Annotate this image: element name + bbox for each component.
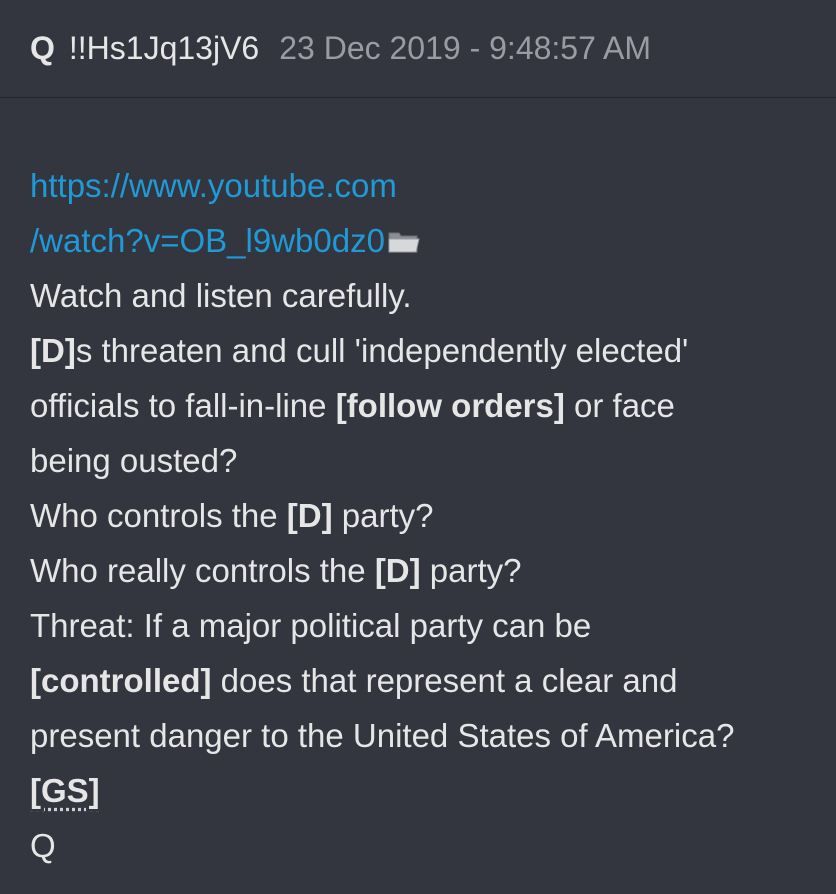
post-link-line-2: /watch?v=OB_l9wb0dz0 [30,213,806,268]
post-tripcode: !!Hs1Jq13jV6 [68,30,260,66]
post-header: Q !!Hs1Jq13jV6 23 Dec 2019 - 9:48:57 AM [0,0,836,98]
tag-d: [D] [374,552,421,589]
text-segment: or face [564,387,675,424]
tag-d: [D] [286,497,333,534]
text-segment: Who controls the [30,497,287,534]
post-timestamp: 23 Dec 2019 - 9:48:57 AM [279,30,652,66]
text-line-9: present danger to the United States of A… [30,717,735,754]
text-line-5: Who controls the [D] party? [30,488,806,543]
text-segment: does that represent a clear and [211,662,678,699]
text-segment: officials to fall-in-line [30,387,336,424]
text-segment: party? [420,552,522,589]
text-line-7: Threat: If a major political party can b… [30,607,592,644]
text-line-2: [D]s threaten and cull 'independently el… [30,323,806,378]
post-link-line-1: https://www.youtube.com [30,158,806,213]
text-line-3: officials to fall-in-line [follow orders… [30,378,806,433]
signature: Q [30,827,56,864]
text-segment: s threaten and cull 'independently elect… [75,332,689,369]
post: Q !!Hs1Jq13jV6 23 Dec 2019 - 9:48:57 AM … [0,0,836,894]
youtube-link-part-1[interactable]: https://www.youtube.com [30,167,397,204]
text-segment: Who really controls the [30,552,375,589]
text-line-8: [controlled] does that represent a clear… [30,653,806,708]
text-line-10: [GS] [30,763,806,818]
post-author: Q [30,30,55,66]
tag-controlled: [controlled] [30,662,212,699]
youtube-link-part-2[interactable]: /watch?v=OB_l9wb0dz0 [30,222,385,259]
folder-icon[interactable] [388,230,420,254]
tag-d: [D] [30,332,76,369]
tag-follow-orders: [follow orders] [335,387,565,424]
text-segment: party? [332,497,434,534]
text-line-1: Watch and listen carefully. [30,277,412,314]
post-body: https://www.youtube.com /watch?v=OB_l9wb… [0,98,836,873]
text-line-6: Who really controls the [D] party? [30,543,806,598]
tag-gs: [GS] [30,772,100,809]
text-line-4: being ousted? [30,442,238,479]
